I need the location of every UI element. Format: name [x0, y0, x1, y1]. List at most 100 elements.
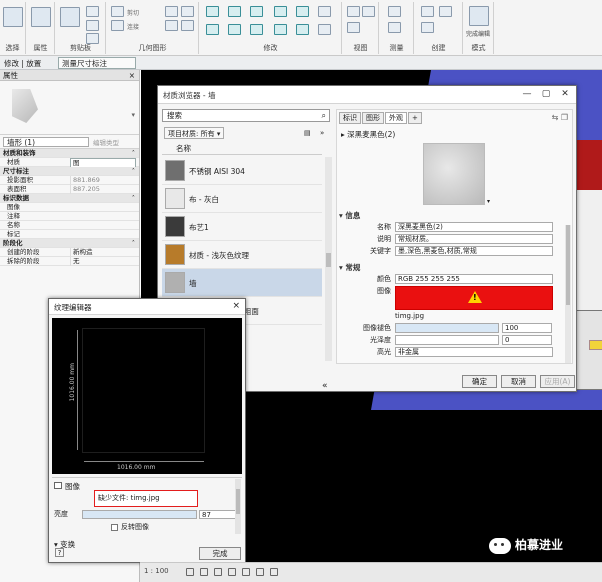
- texture-editor-scrollbar[interactable]: [235, 479, 241, 534]
- finish-edit-icon[interactable]: [469, 6, 489, 26]
- collapse-icon[interactable]: ˄: [132, 149, 135, 158]
- property-value[interactable]: 881.869: [70, 176, 136, 185]
- collapse-icon[interactable]: ˄: [132, 167, 135, 176]
- chevron-down-icon[interactable]: ▾: [487, 198, 490, 205]
- ribbon-group-create[interactable]: 创建: [415, 2, 463, 54]
- done-button[interactable]: 完成: [199, 547, 241, 560]
- pin-icon[interactable]: [318, 6, 331, 17]
- search-icon[interactable]: ⌕: [322, 110, 326, 121]
- material-list-item[interactable]: 不锈钢 AISI 304: [162, 157, 322, 185]
- paste-icon[interactable]: [60, 7, 80, 27]
- collapse-icon[interactable]: ˄: [132, 194, 135, 203]
- property-value[interactable]: 新构造: [70, 248, 136, 257]
- copy-element-icon[interactable]: [228, 24, 241, 35]
- override-icon[interactable]: [347, 22, 360, 33]
- apply-button[interactable]: 应用(A): [540, 375, 575, 388]
- property-value[interactable]: 887.205: [70, 185, 136, 194]
- rotate-icon[interactable]: [250, 24, 263, 35]
- column-header-name[interactable]: 名称: [162, 143, 322, 155]
- close-icon[interactable]: ×: [232, 301, 240, 311]
- split-face-icon[interactable]: [165, 6, 178, 17]
- copy-icon[interactable]: [86, 20, 99, 31]
- align-icon[interactable]: [206, 6, 219, 17]
- help-button[interactable]: ?: [55, 548, 64, 557]
- image-section-header[interactable]: 图像: [54, 481, 80, 492]
- type-preview[interactable]: ▾: [0, 81, 139, 135]
- create-assembly-icon[interactable]: [421, 6, 434, 17]
- scrollbar-thumb[interactable]: [326, 253, 331, 267]
- scale-icon[interactable]: [296, 24, 309, 35]
- gloss-value-field[interactable]: 0: [502, 335, 552, 345]
- add-asset-icon[interactable]: +: [408, 112, 422, 124]
- project-materials-dropdown[interactable]: 项目材质: 所有 ▾: [164, 127, 225, 139]
- view-scale[interactable]: 1 : 100: [144, 567, 169, 575]
- replace-asset-icon[interactable]: ⇆: [552, 113, 559, 122]
- material-list-scrollbar[interactable]: [325, 157, 332, 361]
- demolish-icon[interactable]: [181, 20, 194, 31]
- close-icon[interactable]: ✕: [556, 88, 574, 100]
- highlight-select[interactable]: 非金属: [395, 347, 553, 357]
- brightness-value-field[interactable]: 87: [199, 510, 237, 519]
- detail-level-icon[interactable]: [186, 568, 194, 576]
- view-options-icon[interactable]: [362, 6, 375, 17]
- sun-path-icon[interactable]: [214, 568, 222, 576]
- ribbon-group-clipboard[interactable]: 剪贴板: [56, 2, 106, 54]
- fade-slider[interactable]: [395, 323, 499, 333]
- property-section-header[interactable]: 阶段化 ˄: [0, 239, 139, 248]
- move-icon[interactable]: [206, 24, 219, 35]
- ribbon-group-select[interactable]: 选择: [0, 2, 26, 54]
- missing-file-indicator[interactable]: 缺少文件: timg.jpg: [94, 490, 198, 507]
- dimension-icon[interactable]: [388, 22, 401, 33]
- split-icon[interactable]: [296, 6, 309, 17]
- texture-preview-canvas[interactable]: 1016.00 mm 1016.00 mm: [52, 318, 242, 474]
- cut-icon[interactable]: [86, 6, 99, 17]
- name-field[interactable]: 深黑麦黑色(2): [395, 222, 553, 232]
- mirror-icon[interactable]: [250, 6, 263, 17]
- scrollbar-thumb[interactable]: [236, 489, 240, 514]
- info-section-header[interactable]: ▾ 信息: [339, 210, 569, 220]
- editor-scrollbar[interactable]: [565, 225, 571, 363]
- properties-icon[interactable]: [31, 7, 51, 27]
- toggle-icon[interactable]: »: [320, 127, 324, 139]
- image-missing-swatch[interactable]: !: [395, 286, 553, 310]
- property-row[interactable]: 材质图: [0, 158, 139, 169]
- hide-icon[interactable]: [347, 6, 360, 17]
- property-row[interactable]: 投影面积 881.869: [0, 176, 139, 185]
- material-search-input[interactable]: 搜索 ⌕: [162, 109, 330, 122]
- duplicate-asset-icon[interactable]: ❐: [561, 113, 568, 122]
- crop-view-icon[interactable]: [256, 568, 264, 576]
- fade-value-field[interactable]: 100: [502, 323, 552, 333]
- temporary-hide-icon[interactable]: [270, 568, 278, 576]
- ribbon-group-mode[interactable]: 完成编辑 模式: [464, 2, 494, 54]
- property-row[interactable]: 表面积 887.205: [0, 185, 139, 194]
- modify-tool-icon[interactable]: [3, 7, 23, 27]
- shadows-icon[interactable]: [228, 568, 236, 576]
- array-icon[interactable]: [274, 24, 287, 35]
- property-row[interactable]: 注释: [0, 212, 139, 221]
- collapse-library-icon[interactable]: «: [322, 381, 328, 391]
- render-icon[interactable]: [242, 568, 250, 576]
- brightness-slider[interactable]: [82, 510, 197, 519]
- delete-icon[interactable]: [318, 24, 331, 35]
- gloss-slider[interactable]: [395, 335, 499, 345]
- visual-style-icon[interactable]: [200, 568, 208, 576]
- color-field[interactable]: RGB 255 255 255: [395, 274, 553, 284]
- cancel-button[interactable]: 取消: [501, 375, 536, 388]
- create-group-icon[interactable]: [421, 22, 434, 33]
- wall-join-icon[interactable]: [165, 20, 178, 31]
- minimize-icon[interactable]: —: [518, 88, 536, 100]
- image-filename[interactable]: timg.jpg: [395, 311, 424, 322]
- ribbon-group-geometry[interactable]: 剪切 连接 几何图形: [107, 2, 199, 54]
- create-parts-icon[interactable]: [439, 6, 452, 17]
- ribbon-group-measure[interactable]: 测量: [380, 2, 414, 54]
- scrollbar-thumb[interactable]: [566, 225, 570, 305]
- maximize-icon[interactable]: ▢: [537, 88, 555, 100]
- edit-type-button[interactable]: 编辑类型: [93, 136, 119, 150]
- context-tab-active[interactable]: 测量尺寸标注: [58, 57, 136, 69]
- property-row[interactable]: 名称: [0, 221, 139, 230]
- ribbon-group-view[interactable]: 视图: [343, 2, 379, 54]
- ok-button[interactable]: 确定: [462, 375, 497, 388]
- material-list-item[interactable]: 布艺1: [162, 213, 322, 241]
- offset-icon[interactable]: [228, 6, 241, 17]
- ribbon-group-modify[interactable]: 修改: [200, 2, 342, 54]
